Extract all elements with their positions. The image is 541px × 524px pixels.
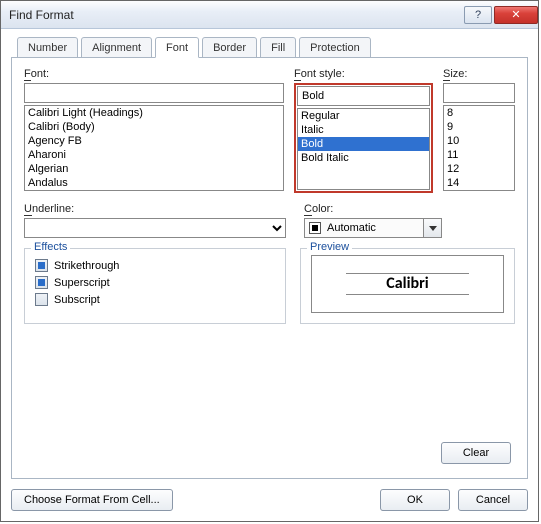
close-icon: ✕ — [511, 8, 520, 21]
list-item[interactable]: Calibri Light (Headings) — [25, 106, 283, 120]
font-listbox[interactable]: Calibri Light (Headings) Calibri (Body) … — [24, 105, 284, 191]
list-item[interactable]: Algerian — [25, 162, 283, 176]
titlebar: Find Format ? ✕ — [1, 1, 538, 29]
tab-number[interactable]: Number — [17, 37, 78, 58]
color-combo[interactable]: Automatic — [304, 218, 424, 238]
clear-button[interactable]: Clear — [441, 442, 511, 464]
tab-strip: Number Alignment Font Border Fill Protec… — [11, 37, 528, 58]
superscript-checkbox[interactable]: Superscript — [35, 276, 275, 289]
list-item[interactable]: Andalus — [25, 176, 283, 190]
tab-font[interactable]: Font — [155, 37, 199, 58]
underline-label: Underline: — [24, 203, 286, 216]
list-item[interactable]: Bold Italic — [298, 151, 429, 165]
dialog-window: Find Format ? ✕ Number Alignment Font Bo… — [0, 0, 539, 522]
list-item[interactable]: Aharoni — [25, 148, 283, 162]
list-item[interactable]: Bold — [298, 137, 429, 151]
help-icon: ? — [475, 9, 481, 21]
chevron-down-icon — [429, 226, 437, 231]
tab-protection[interactable]: Protection — [299, 37, 371, 58]
color-swatch-icon — [309, 222, 321, 234]
checkbox-label: Superscript — [54, 277, 110, 289]
list-item[interactable]: 10 — [444, 134, 514, 148]
font-label: Font: — [24, 68, 284, 81]
list-item[interactable]: Regular — [298, 109, 429, 123]
fontstyle-listbox[interactable]: Regular Italic Bold Bold Italic — [297, 108, 430, 190]
size-listbox[interactable]: 8 9 10 11 12 14 — [443, 105, 515, 191]
close-button[interactable]: ✕ — [494, 6, 538, 24]
ok-button[interactable]: OK — [380, 489, 450, 511]
tab-pane-font: Font: Calibri Light (Headings) Calibri (… — [11, 57, 528, 479]
list-item[interactable]: 8 — [444, 106, 514, 120]
preview-group: Preview Calibri — [300, 248, 515, 324]
list-item[interactable]: Agency FB — [25, 134, 283, 148]
color-dropdown-button[interactable] — [424, 218, 442, 238]
list-item[interactable]: 11 — [444, 148, 514, 162]
cancel-button[interactable]: Cancel — [458, 489, 528, 511]
preview-legend: Preview — [307, 241, 352, 253]
choose-format-button[interactable]: Choose Format From Cell... — [11, 489, 173, 511]
window-title: Find Format — [9, 8, 462, 22]
checkbox-icon — [35, 259, 48, 272]
effects-legend: Effects — [31, 241, 70, 253]
list-item[interactable]: 12 — [444, 162, 514, 176]
checkbox-label: Strikethrough — [54, 260, 119, 272]
underline-combo[interactable] — [24, 218, 286, 238]
fontstyle-highlight: Regular Italic Bold Bold Italic — [294, 83, 433, 193]
list-item[interactable]: 9 — [444, 120, 514, 134]
color-value: Automatic — [327, 222, 376, 234]
help-button[interactable]: ? — [464, 6, 492, 24]
size-input[interactable] — [443, 83, 515, 103]
content-area: Number Alignment Font Border Fill Protec… — [1, 29, 538, 489]
dialog-footer: Choose Format From Cell... OK Cancel — [1, 489, 538, 521]
preview-box: Calibri — [311, 255, 504, 313]
checkbox-icon — [35, 293, 48, 306]
list-item[interactable]: Calibri (Body) — [25, 120, 283, 134]
color-label: Color: — [304, 203, 514, 216]
subscript-checkbox[interactable]: Subscript — [35, 293, 275, 306]
strikethrough-checkbox[interactable]: Strikethrough — [35, 259, 275, 272]
tab-fill[interactable]: Fill — [260, 37, 296, 58]
tab-alignment[interactable]: Alignment — [81, 37, 152, 58]
tab-border[interactable]: Border — [202, 37, 257, 58]
effects-group: Effects Strikethrough Superscript Subscr… — [24, 248, 286, 324]
font-input[interactable] — [24, 83, 284, 103]
checkbox-icon — [35, 276, 48, 289]
fontstyle-label: Font style: — [294, 68, 433, 81]
size-label: Size: — [443, 68, 515, 81]
preview-text: Calibri — [346, 273, 468, 295]
list-item[interactable]: 14 — [444, 176, 514, 190]
fontstyle-input[interactable] — [297, 86, 430, 106]
checkbox-label: Subscript — [54, 294, 100, 306]
list-item[interactable]: Italic — [298, 123, 429, 137]
